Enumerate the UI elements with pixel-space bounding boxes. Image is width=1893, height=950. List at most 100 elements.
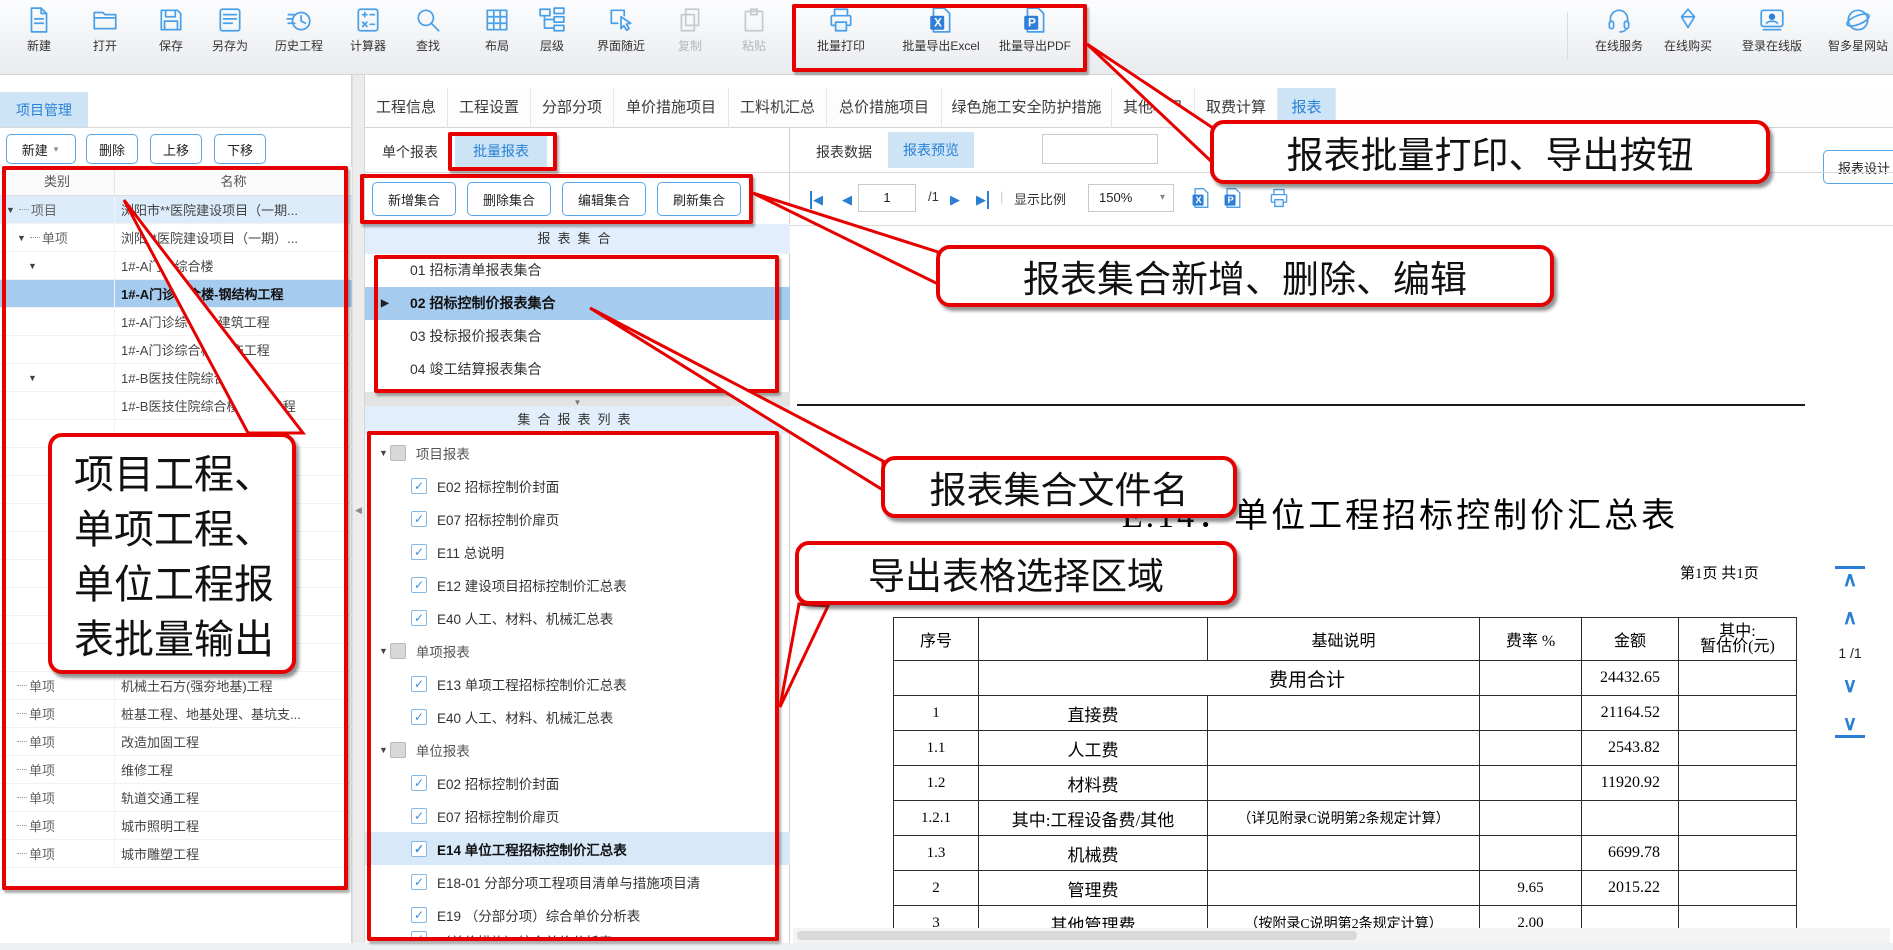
- collection-report-item[interactable]: ✓E07 招标控制价扉页: [365, 799, 790, 832]
- first-page-icon[interactable]: ◀: [810, 191, 823, 209]
- module-tab-1[interactable]: 工程设置: [448, 88, 531, 128]
- collection-report-item[interactable]: ✓E11 总说明: [365, 535, 790, 568]
- module-tab-3[interactable]: 单价措施项目: [614, 88, 729, 128]
- collection-report-group[interactable]: ▼单位报表: [365, 733, 790, 766]
- tab-batch-report[interactable]: 批量报表: [455, 134, 547, 168]
- checkbox-checked[interactable]: ✓: [411, 874, 427, 890]
- report-search-input[interactable]: [1042, 134, 1158, 164]
- collection-report-item[interactable]: ✓E19 （分部分项）综合单价分析表: [365, 898, 790, 931]
- collapse-left-icon[interactable]: ◀: [355, 505, 362, 516]
- expand-icon[interactable]: ▼: [379, 448, 388, 458]
- checkbox-checked[interactable]: ✓: [411, 907, 427, 923]
- expand-icon[interactable]: ▼: [28, 373, 37, 383]
- add-set-button[interactable]: 新增集合: [372, 182, 456, 216]
- module-tab-6[interactable]: 绿色施工安全防护措施: [942, 88, 1112, 128]
- project-tree-row[interactable]: 单项轨道交通工程: [0, 784, 352, 812]
- toolbar-button-print[interactable]: 批量打印: [786, 6, 896, 54]
- project-tree-row[interactable]: ▼项目浏阳市**医院建设项目（一期...: [0, 196, 352, 224]
- collection-report-item[interactable]: ✓E02 招标控制价封面: [365, 469, 790, 502]
- page-number-input[interactable]: 1: [858, 184, 916, 212]
- collection-report-item[interactable]: ✓E07 招标控制价扉页: [365, 502, 790, 535]
- expand-icon[interactable]: ▼: [379, 745, 388, 755]
- collection-report-item[interactable]: ✓E14 单位工程招标控制价汇总表: [365, 832, 790, 865]
- project-tree-row[interactable]: 1#-A门诊综合楼-装饰工程: [0, 336, 352, 364]
- checkbox-checked[interactable]: ✓: [411, 841, 427, 857]
- last-page-icon[interactable]: ▶: [976, 191, 989, 209]
- project-tree-row[interactable]: 单项维修工程: [0, 756, 352, 784]
- checkbox-checked[interactable]: ✓: [411, 478, 427, 494]
- project-tree-row[interactable]: 1#-B医技住院综合楼-建筑工程: [0, 392, 352, 420]
- panel-splitter[interactable]: ◀: [352, 75, 365, 943]
- expand-icon[interactable]: ▼: [28, 261, 37, 271]
- toolbar-button-pdf-export[interactable]: P批量导出PDF: [980, 6, 1090, 54]
- report-set-item[interactable]: 04 竣工结算报表集合: [365, 353, 790, 386]
- move-up-button[interactable]: 上移: [150, 134, 202, 164]
- toolbar-button-globe[interactable]: 智多星网站: [1803, 6, 1893, 54]
- project-tree-row[interactable]: 1#-A门诊综合楼-建筑工程: [0, 308, 352, 336]
- expand-icon[interactable]: ▼: [379, 646, 388, 656]
- checkbox-checked[interactable]: ✓: [411, 709, 427, 725]
- collection-report-item[interactable]: ✓E12 建设项目招标控制价汇总表: [365, 568, 790, 601]
- delete-set-button[interactable]: 删除集合: [467, 182, 551, 216]
- project-tree-row[interactable]: 单项城市雕塑工程: [0, 840, 352, 868]
- checkbox-indeterminate[interactable]: [390, 643, 406, 659]
- export-excel-icon[interactable]: X: [1190, 187, 1212, 209]
- zoom-select[interactable]: 150% ▾: [1088, 184, 1174, 212]
- scroll-top-icon[interactable]: ∧: [1835, 566, 1865, 591]
- horizontal-scrollbar[interactable]: [793, 928, 1890, 943]
- project-tree-row[interactable]: 单项改造加固工程: [0, 728, 352, 756]
- prev-page-icon[interactable]: ◀: [842, 191, 852, 209]
- refresh-set-button[interactable]: 刷新集合: [657, 182, 741, 216]
- module-tab-4[interactable]: 工料机汇总: [729, 88, 827, 128]
- module-tab-5[interactable]: 总价措施项目: [827, 88, 942, 128]
- checkbox-checked[interactable]: ✓: [411, 931, 427, 941]
- scroll-down-icon[interactable]: ∨: [1835, 675, 1865, 697]
- report-set-item[interactable]: 01 招标清单报表集合: [365, 254, 790, 287]
- project-tree-row[interactable]: ▼单项浏阳**医院建设项目（一期）...: [0, 224, 352, 252]
- checkbox-checked[interactable]: ✓: [411, 577, 427, 593]
- module-tab-0[interactable]: 工程信息: [365, 88, 448, 128]
- project-tree-row[interactable]: 单项城市照明工程: [0, 812, 352, 840]
- report-set-item[interactable]: ▶02 招标控制价报表集合: [365, 287, 790, 320]
- scrollbar-thumb[interactable]: [797, 931, 1357, 940]
- scroll-up-icon[interactable]: ∧: [1835, 607, 1865, 629]
- collection-report-item[interactable]: ✓E13 单项工程招标控制价汇总表: [365, 667, 790, 700]
- collection-report-item[interactable]: ✓E18-01 分部分项工程项目清单与措施项目清: [365, 865, 790, 898]
- new-button[interactable]: 新建 ▾: [6, 134, 76, 164]
- expand-icon[interactable]: ▼: [17, 233, 26, 243]
- list-splitter[interactable]: ▼: [365, 392, 790, 406]
- collection-report-item[interactable]: ✓E40 人工、材料、机械汇总表: [365, 700, 790, 733]
- checkbox-checked[interactable]: ✓: [411, 511, 427, 527]
- checkbox-checked[interactable]: ✓: [411, 676, 427, 692]
- checkbox-checked[interactable]: ✓: [411, 775, 427, 791]
- project-tree-row[interactable]: ▼1#-B医技住院综合楼: [0, 364, 352, 392]
- collection-report-item[interactable]: ✓E02 招标控制价封面: [365, 766, 790, 799]
- collection-report-item[interactable]: ✓（单价措施）综合单价分析表: [365, 931, 790, 941]
- next-page-icon[interactable]: ▶: [950, 191, 960, 209]
- collection-report-group[interactable]: ▼项目报表: [365, 436, 790, 469]
- project-tree-row[interactable]: ▼1#-A门诊综合楼: [0, 252, 352, 280]
- print-icon[interactable]: [1268, 187, 1290, 209]
- tab-single-report[interactable]: 单个报表: [370, 138, 450, 166]
- export-pdf-icon[interactable]: P: [1222, 187, 1244, 209]
- tab-project-management[interactable]: 项目管理: [0, 92, 88, 128]
- scroll-bottom-icon[interactable]: ∨: [1835, 713, 1865, 738]
- checkbox-indeterminate[interactable]: [390, 742, 406, 758]
- collection-report-item[interactable]: ✓E40 人工、材料、机械汇总表: [365, 601, 790, 634]
- project-tree-row[interactable]: 单项机械土石方(强夯地基)工程: [0, 672, 352, 700]
- collection-report-group[interactable]: ▼单项报表: [365, 634, 790, 667]
- delete-button[interactable]: 删除: [86, 134, 138, 164]
- project-tree-row[interactable]: 单项桩基工程、地基处理、基坑支...: [0, 700, 352, 728]
- edit-set-button[interactable]: 编辑集合: [562, 182, 646, 216]
- move-down-button[interactable]: 下移: [214, 134, 266, 164]
- tab-report-data[interactable]: 报表数据: [802, 136, 886, 168]
- tab-report-preview[interactable]: 报表预览: [888, 132, 974, 168]
- checkbox-checked[interactable]: ✓: [411, 808, 427, 824]
- report-set-item[interactable]: 03 投标报价报表集合: [365, 320, 790, 353]
- checkbox-checked[interactable]: ✓: [411, 610, 427, 626]
- checkbox-checked[interactable]: ✓: [411, 544, 427, 560]
- module-tab-7[interactable]: 其他项目: [1112, 88, 1195, 128]
- checkbox-indeterminate[interactable]: [390, 445, 406, 461]
- project-tree-row[interactable]: 1#-A门诊综合楼-钢结构工程: [0, 280, 352, 308]
- module-tab-2[interactable]: 分部分项: [531, 88, 614, 128]
